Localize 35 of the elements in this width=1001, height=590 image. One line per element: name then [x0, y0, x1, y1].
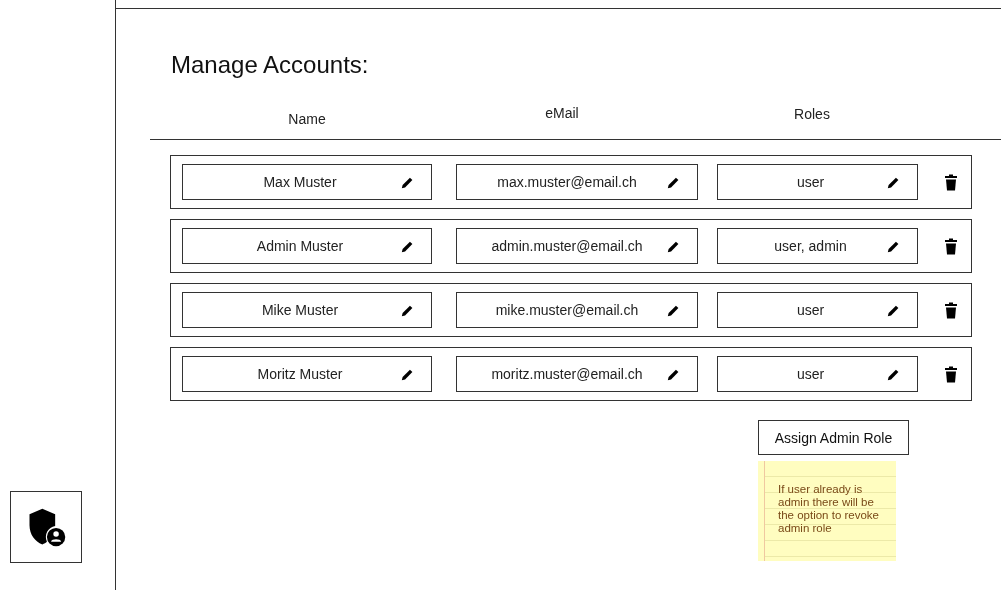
pencil-icon[interactable]: [401, 176, 414, 189]
name-field[interactable]: Max Muster: [182, 164, 432, 200]
pencil-icon[interactable]: [887, 304, 900, 317]
pencil-icon[interactable]: [887, 368, 900, 381]
roles-field[interactable]: user: [717, 164, 918, 200]
pencil-icon[interactable]: [667, 368, 680, 381]
pencil-icon[interactable]: [667, 304, 680, 317]
roles-field[interactable]: user: [717, 292, 918, 328]
pencil-icon[interactable]: [887, 240, 900, 253]
trash-icon[interactable]: [945, 237, 957, 255]
page-title: Manage Accounts:: [171, 51, 370, 79]
name-field[interactable]: Mike Muster: [182, 292, 432, 328]
admin-shield-icon[interactable]: [10, 491, 82, 563]
pencil-icon[interactable]: [667, 176, 680, 189]
name-field[interactable]: Admin Muster: [182, 228, 432, 264]
email-field[interactable]: mike.muster@email.ch: [456, 292, 698, 328]
column-header: Name: [288, 111, 326, 127]
roles-field[interactable]: user, admin: [717, 228, 918, 264]
roles-field[interactable]: user: [717, 356, 918, 392]
trash-icon[interactable]: [945, 365, 957, 383]
email-field[interactable]: moritz.muster@email.ch: [456, 356, 698, 392]
pencil-icon[interactable]: [401, 368, 414, 381]
trash-icon[interactable]: [945, 301, 957, 319]
pencil-icon[interactable]: [667, 240, 680, 253]
name-field[interactable]: Moritz Muster: [182, 356, 432, 392]
column-header: eMail: [545, 105, 579, 121]
pencil-icon[interactable]: [401, 304, 414, 317]
email-field[interactable]: max.muster@email.ch: [456, 164, 698, 200]
pencil-icon[interactable]: [401, 240, 414, 253]
email-field[interactable]: admin.muster@email.ch: [456, 228, 698, 264]
trash-icon[interactable]: [945, 173, 957, 191]
column-header: Roles: [794, 106, 830, 122]
assign-admin-role-menu-item[interactable]: Assign Admin Role: [758, 420, 909, 455]
note-text: If user already is admin there will be the option to revoke admin role: [778, 483, 880, 535]
pencil-icon[interactable]: [887, 176, 900, 189]
